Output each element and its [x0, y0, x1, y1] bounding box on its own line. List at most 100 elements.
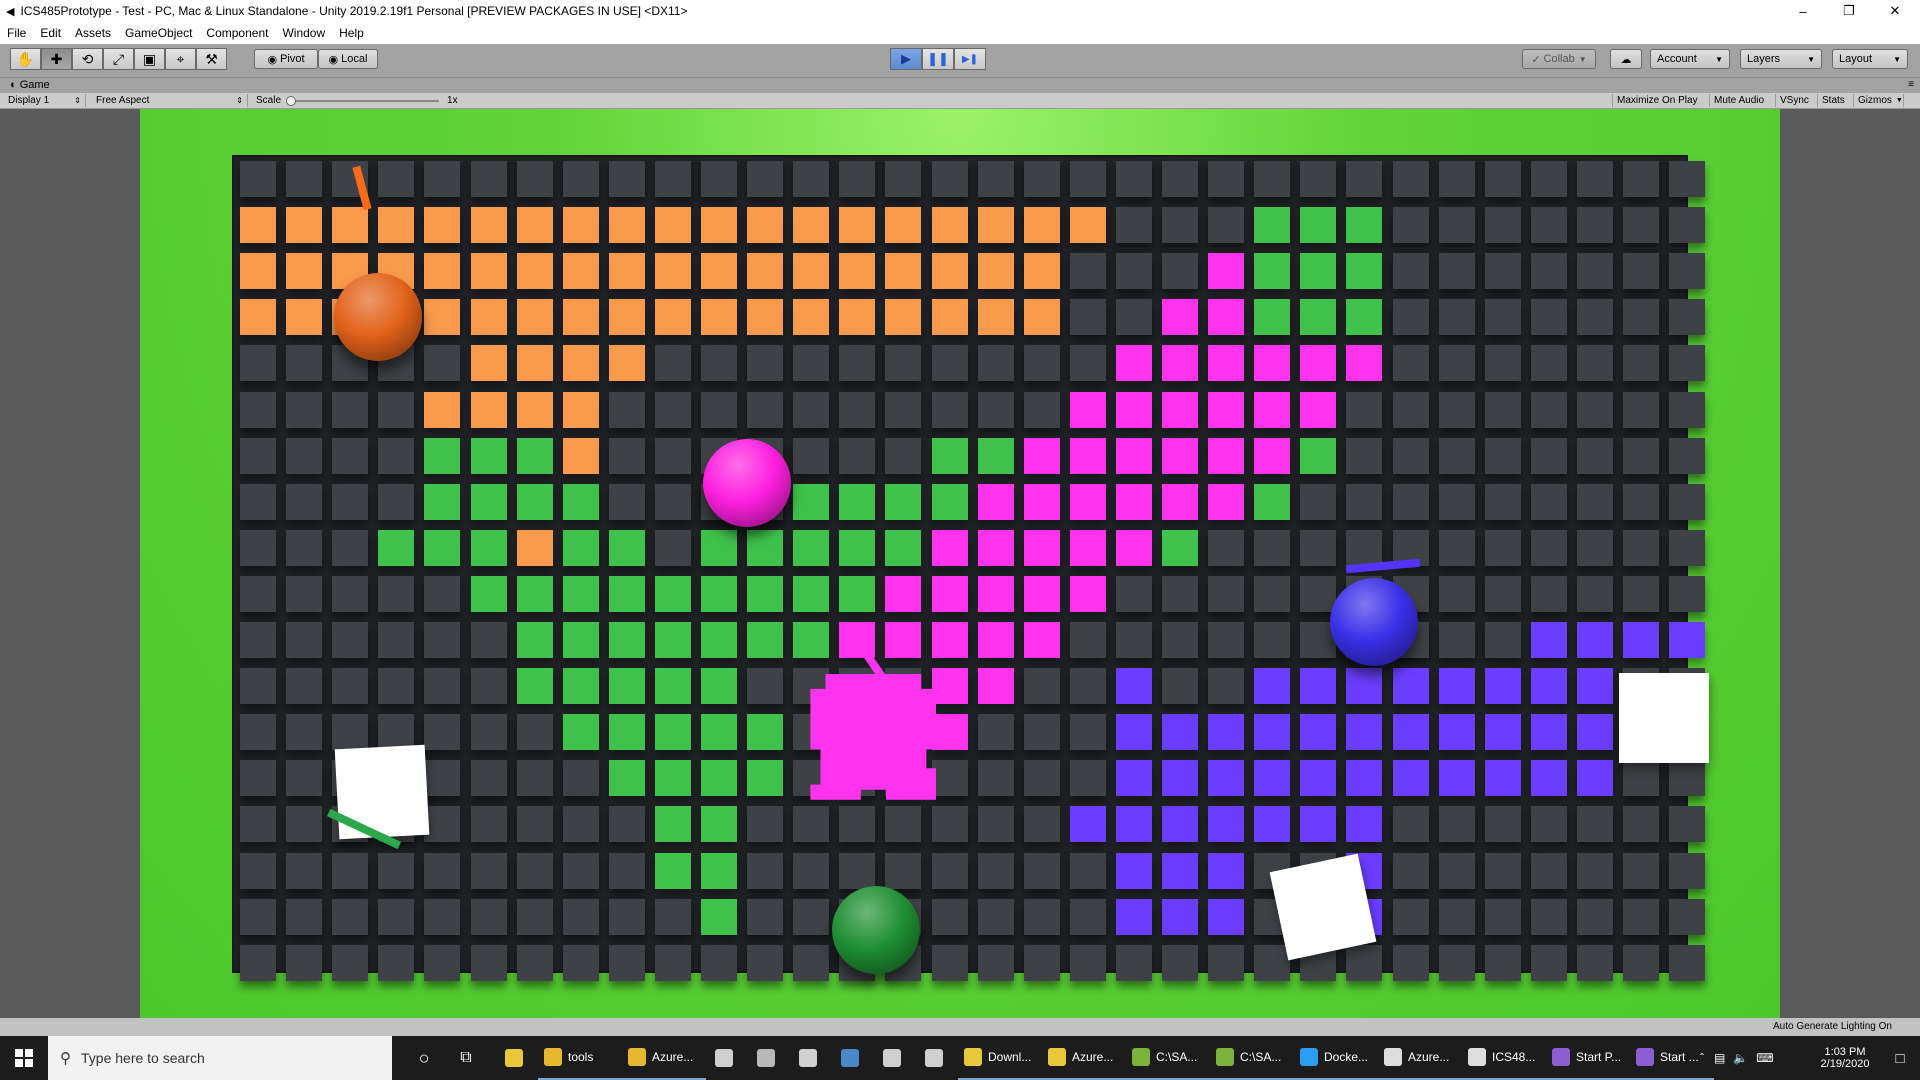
tab-menu-icon[interactable]: ≡: [1908, 79, 1914, 90]
tile: [1438, 437, 1475, 474]
taskbar-app-16[interactable]: Start P...: [1546, 1036, 1630, 1080]
vsync-toggle[interactable]: VSync: [1776, 94, 1818, 107]
aspect-dropdown[interactable]: Free Aspect ⇕: [92, 94, 248, 107]
tile: [977, 852, 1014, 889]
pivot-toggle[interactable]: ◉ Pivot: [254, 49, 318, 69]
tile-magenta: [977, 529, 1014, 566]
tile: [1669, 944, 1706, 981]
tile: [1669, 898, 1706, 935]
tile: [839, 391, 876, 428]
tile: [654, 437, 691, 474]
system-tray[interactable]: ˆ ▤ 🔈 ⌨: [1700, 1036, 1774, 1080]
tile: [1484, 622, 1521, 658]
taskbar-app-13[interactable]: Docke...: [1294, 1036, 1378, 1080]
tile: [1023, 852, 1060, 889]
tile-purple: [1300, 760, 1337, 797]
start-button[interactable]: [0, 1036, 48, 1080]
move-tool-icon[interactable]: ✚: [41, 48, 72, 70]
layers-dropdown[interactable]: Layers ▼: [1740, 49, 1822, 69]
tile-green: [424, 437, 461, 474]
scale-tool-icon[interactable]: ⤢: [103, 48, 134, 70]
taskbar-app-7[interactable]: [874, 1036, 916, 1080]
tile: [562, 806, 599, 843]
chevron-updown-icon: ⇕: [236, 96, 243, 105]
taskbar-app-12[interactable]: C:\SA...: [1210, 1036, 1294, 1080]
menu-window[interactable]: Window: [275, 26, 332, 40]
layout-dropdown[interactable]: Layout ▼: [1832, 49, 1908, 69]
stats-toggle[interactable]: Stats: [1818, 94, 1854, 107]
tile: [1438, 483, 1475, 520]
tile: [378, 391, 415, 428]
menu-file[interactable]: File: [0, 26, 33, 40]
taskbar-app-8[interactable]: [916, 1036, 958, 1080]
maximize-button[interactable]: ❐: [1826, 0, 1872, 22]
play-button[interactable]: ▶: [890, 48, 922, 70]
terminal-icon: [1132, 1048, 1150, 1066]
tile: [701, 944, 737, 981]
rotate-tool-icon[interactable]: ⟲: [72, 48, 103, 70]
task-view-icon[interactable]: ⧉: [446, 1036, 486, 1080]
transform-tool-icon[interactable]: ⌖: [165, 48, 196, 70]
minimize-button[interactable]: –: [1780, 0, 1826, 22]
tile-green: [793, 529, 830, 566]
taskbar-app-10[interactable]: Azure...: [1042, 1036, 1126, 1080]
tile: [1530, 529, 1567, 566]
mute-audio-toggle[interactable]: Mute Audio: [1710, 94, 1776, 107]
tile-green: [701, 622, 737, 658]
search-input[interactable]: Type here to search: [81, 1050, 205, 1066]
rect-tool-icon[interactable]: ▣: [134, 48, 165, 70]
taskbar-app-14[interactable]: Azure...: [1378, 1036, 1462, 1080]
taskbar-app-6[interactable]: [832, 1036, 874, 1080]
account-dropdown[interactable]: Account ▼: [1650, 49, 1730, 69]
taskbar-app-3[interactable]: [706, 1036, 748, 1080]
scale-slider-handle[interactable]: [286, 95, 297, 106]
collab-button[interactable]: ✓ Collab ▼: [1522, 49, 1596, 69]
tile: [286, 668, 323, 705]
display-dropdown[interactable]: Display 1 ⇕: [4, 94, 86, 107]
tile: [286, 391, 323, 428]
taskbar-app-5[interactable]: [790, 1036, 832, 1080]
taskbar-app-2[interactable]: Azure...: [622, 1036, 706, 1080]
taskbar-app-1[interactable]: tools: [538, 1036, 622, 1080]
tab-game[interactable]: ◐ Game: [10, 79, 50, 91]
hand-tool-icon[interactable]: ✋: [10, 48, 41, 70]
step-button[interactable]: ▶❚: [954, 48, 986, 70]
menu-edit[interactable]: Edit: [33, 26, 68, 40]
cortana-icon[interactable]: ○: [404, 1036, 444, 1080]
tile: [286, 622, 323, 658]
window-title: ICS485Prototype - Test - PC, Mac & Linux…: [20, 4, 688, 18]
menu-gameobject[interactable]: GameObject: [118, 26, 199, 40]
tile: [1623, 806, 1659, 843]
account-label: Account: [1657, 53, 1697, 65]
tile-purple: [1346, 760, 1383, 797]
notifications-icon[interactable]: □: [1880, 1036, 1920, 1080]
tile: [332, 714, 369, 751]
tile: [1162, 622, 1198, 658]
gizmos-dropdown[interactable]: Gizmos ▼: [1854, 94, 1904, 107]
tile: [1254, 161, 1291, 197]
tile-green: [562, 668, 599, 705]
tile-green: [747, 760, 784, 797]
tile-orange: [747, 207, 784, 244]
taskbar-app-0[interactable]: [496, 1036, 538, 1080]
local-toggle[interactable]: ◉ Local: [318, 49, 378, 69]
cloud-button[interactable]: ☁: [1610, 49, 1642, 69]
taskbar-app-15[interactable]: ICS48...: [1462, 1036, 1546, 1080]
close-button[interactable]: ✕: [1872, 0, 1918, 22]
taskbar-search[interactable]: ⚲ Type here to search: [48, 1036, 392, 1080]
maximize-on-play-toggle[interactable]: Maximize On Play: [1612, 94, 1710, 107]
scale-slider[interactable]: [286, 95, 440, 106]
menu-assets[interactable]: Assets: [68, 26, 118, 40]
menu-help[interactable]: Help: [332, 26, 371, 40]
pause-button[interactable]: ❚❚: [922, 48, 954, 70]
tile: [1576, 944, 1613, 981]
menu-component[interactable]: Component: [199, 26, 275, 40]
tile: [1623, 529, 1659, 566]
unity-icon: [1468, 1048, 1486, 1066]
clock[interactable]: 1:03 PM 2/19/2020: [1800, 1036, 1890, 1080]
custom-tool-icon[interactable]: ⚒: [196, 48, 227, 70]
taskbar-app-11[interactable]: C:\SA...: [1126, 1036, 1210, 1080]
taskbar-app-4[interactable]: [748, 1036, 790, 1080]
taskbar-app-9[interactable]: Downl...: [958, 1036, 1042, 1080]
tile-magenta: [1300, 345, 1337, 382]
